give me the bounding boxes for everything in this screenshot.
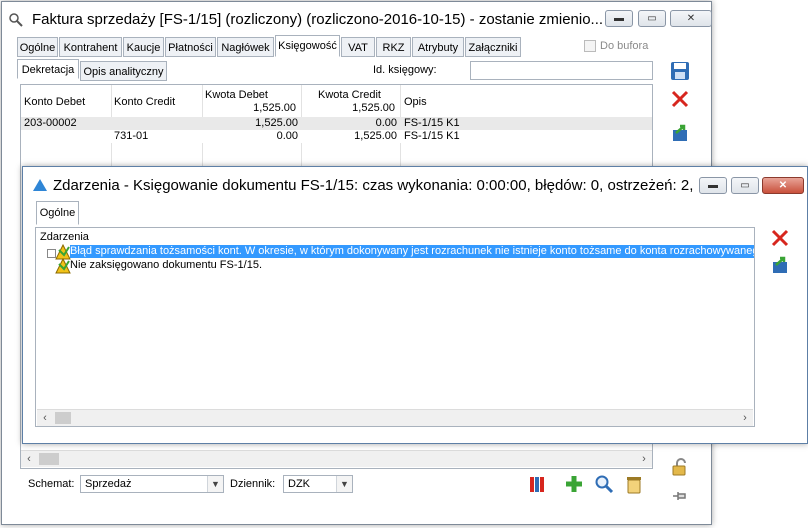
- maximize-button[interactable]: ▭: [638, 10, 666, 27]
- schemat-select[interactable]: Sprzedaż ▼: [80, 475, 224, 493]
- id-ksiegowy-field[interactable]: [470, 61, 653, 80]
- header-konto-credit[interactable]: Konto Credit: [114, 96, 175, 108]
- header-kwota-credit[interactable]: Kwota Credit: [318, 89, 381, 101]
- chevron-down-icon[interactable]: ▼: [207, 476, 223, 492]
- events-hscrollbar[interactable]: ‹ ›: [37, 409, 753, 426]
- dialog-tab-ogolne[interactable]: Ogólne: [36, 201, 79, 225]
- warning-icon: [55, 257, 71, 277]
- maximize-button[interactable]: ▭: [731, 177, 759, 194]
- delete-button[interactable]: [622, 472, 646, 496]
- header-kwota-debet-total: 1,525.00: [253, 102, 296, 114]
- dziennik-value: DZK: [288, 478, 310, 490]
- dziennik-select[interactable]: DZK ▼: [283, 475, 353, 493]
- pin-button[interactable]: [668, 484, 692, 508]
- row-2-kwota-credit: 1,525.00: [354, 130, 397, 142]
- invoice-titlebar[interactable]: Faktura sprzedaży [FS-1/15] (rozliczony)…: [2, 2, 712, 36]
- row-2-kwota-debet: 0.00: [276, 130, 298, 142]
- row-1-opis: FS-1/15 K1: [404, 117, 460, 129]
- minimize-button[interactable]: ▬: [605, 10, 633, 27]
- trash-icon: [627, 477, 641, 494]
- plus-icon: [566, 476, 582, 492]
- accounts-button[interactable]: [526, 472, 550, 496]
- postings-hscrollbar[interactable]: ‹ ›: [21, 450, 652, 467]
- schemat-label: Schemat:: [28, 478, 75, 490]
- tab-atrybuty[interactable]: Atrybuty: [412, 37, 464, 57]
- red-x-icon: [671, 90, 689, 108]
- header-opis[interactable]: Opis: [404, 96, 427, 108]
- cancel-button[interactable]: [668, 87, 692, 111]
- close-button[interactable]: ✕: [762, 177, 804, 194]
- row-1-konto-debet: 203-00002: [24, 117, 77, 129]
- scroll-thumb[interactable]: [55, 412, 71, 424]
- subtab-dekretacja[interactable]: Dekretacja: [17, 59, 79, 79]
- tab-platnosci[interactable]: Płatności: [165, 37, 216, 57]
- export-icon: [673, 124, 687, 141]
- export-button[interactable]: [668, 121, 692, 145]
- add-button[interactable]: [562, 472, 586, 496]
- preview-button[interactable]: [592, 472, 616, 496]
- tab-zalaczniki[interactable]: Załączniki: [465, 37, 521, 57]
- scroll-left-icon[interactable]: ‹: [21, 451, 37, 467]
- header-konto-debet[interactable]: Konto Debet: [24, 96, 85, 108]
- export-icon: [773, 256, 787, 273]
- tab-naglowek[interactable]: Nagłówek: [217, 37, 274, 57]
- scroll-thumb[interactable]: [39, 453, 59, 465]
- header-kwota-debet[interactable]: Kwota Debet: [205, 89, 268, 101]
- close-button[interactable]: ✕: [670, 10, 712, 27]
- books-icon: [530, 477, 544, 492]
- scroll-left-icon[interactable]: ‹: [37, 410, 53, 426]
- tab-ksiegowosc[interactable]: Księgowość: [275, 35, 340, 57]
- tab-vat[interactable]: VAT: [341, 37, 375, 57]
- minimize-button[interactable]: ▬: [699, 177, 727, 194]
- close-icon: ✕: [686, 13, 696, 24]
- export-button[interactable]: [768, 253, 792, 277]
- pin-icon: [673, 492, 686, 500]
- chevron-down-icon[interactable]: ▼: [336, 476, 352, 492]
- do-bufora-checkbox[interactable]: [584, 40, 596, 52]
- id-ksiegowy-label: Id. księgowy:: [373, 64, 437, 76]
- header-kwota-credit-total: 1,525.00: [352, 102, 395, 114]
- magnifier-icon: [595, 475, 614, 494]
- cancel-button[interactable]: [768, 226, 792, 250]
- tab-ogolne[interactable]: Ogólne: [17, 37, 58, 57]
- row-2-konto-credit: 731-01: [114, 130, 149, 142]
- tab-rkz[interactable]: RKZ: [376, 37, 411, 57]
- scroll-right-icon[interactable]: ›: [737, 410, 753, 426]
- save-button[interactable]: [668, 59, 692, 83]
- row-1-kwota-debet: 1,525.00: [255, 117, 298, 129]
- do-bufora-label: Do bufora: [600, 40, 649, 52]
- padlock-icon: [672, 458, 686, 476]
- tree-root-label: Zdarzenia: [40, 231, 89, 243]
- tab-kaucje[interactable]: Kaucje: [123, 37, 164, 57]
- scroll-right-icon[interactable]: ›: [636, 451, 652, 467]
- events-dialog-title: Zdarzenia - Księgowanie dokumentu FS-1/1…: [53, 177, 695, 194]
- subtab-opis-analityczny[interactable]: Opis analityczny: [80, 61, 167, 81]
- close-icon: ✕: [778, 180, 788, 191]
- row-2-opis: FS-1/15 K1: [404, 130, 460, 142]
- dziennik-label: Dziennik:: [230, 478, 276, 490]
- floppy-icon: [671, 62, 689, 80]
- list-item[interactable]: Nie zaksięgowano dokumentu FS-1/15.: [70, 259, 262, 272]
- minimize-icon: ▬: [708, 180, 718, 191]
- events-titlebar[interactable]: Zdarzenia - Księgowanie dokumentu FS-1/1…: [23, 167, 807, 203]
- maximize-icon: ▭: [647, 13, 657, 24]
- events-tree: Zdarzenia Błąd sprawdzania tożsamości ko…: [35, 227, 755, 427]
- schemat-value: Sprzedaż: [85, 478, 132, 490]
- invoice-window-title: Faktura sprzedaży [FS-1/15] (rozliczony)…: [32, 11, 602, 28]
- red-x-icon: [771, 229, 789, 247]
- minimize-icon: ▬: [614, 13, 624, 24]
- list-item[interactable]: Błąd sprawdzania tożsamości kont. W okre…: [70, 245, 754, 258]
- app-search-icon: [8, 12, 24, 31]
- tab-kontrahent[interactable]: Kontrahent: [59, 37, 122, 57]
- row-1-kwota-credit: 0.00: [375, 117, 397, 129]
- triangle-icon: [33, 179, 47, 194]
- maximize-icon: ▭: [740, 180, 750, 191]
- unlock-button[interactable]: [668, 455, 692, 479]
